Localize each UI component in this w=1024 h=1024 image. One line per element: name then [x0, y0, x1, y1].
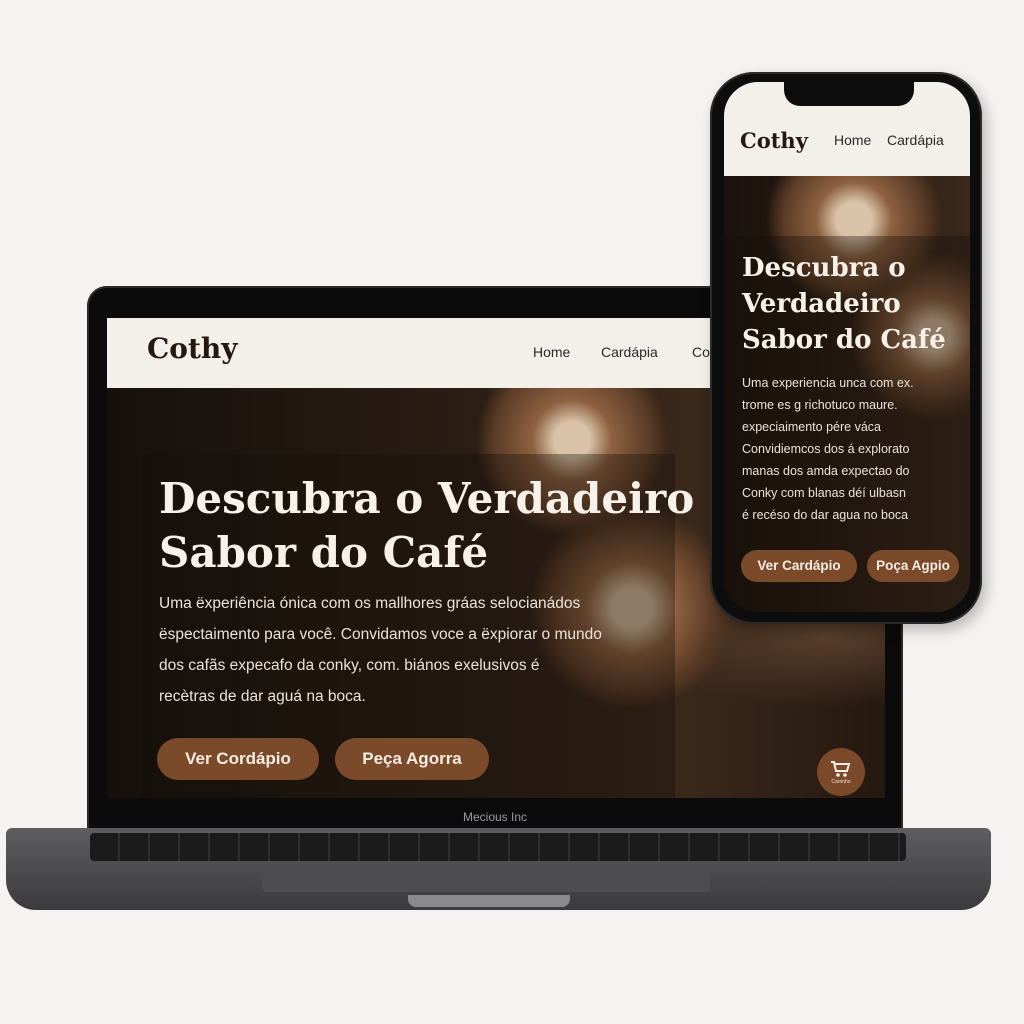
phone-hero-description: Uma experiencia unca com ex. trome es g … [742, 372, 964, 526]
phone-hero-desc-line: Convidiemcos dos á explorato [742, 442, 910, 456]
phone-hero-desc-line: manas dos amda expectao do [742, 464, 910, 478]
laptop-hinge-notch [408, 895, 570, 907]
nav-cardapio[interactable]: Cardápia [601, 344, 658, 360]
phone-hero-desc-line: expeciaimento pére váca [742, 420, 881, 434]
phone-hero-section: Descubra o Verdadeiro Sabor do Café Uma … [724, 176, 970, 612]
phone-nav-home[interactable]: Home [834, 132, 871, 148]
ver-cardapio-button[interactable]: Ver Cordápio [157, 738, 319, 780]
hero-title-line: Sabor do Café [159, 528, 489, 577]
phone-hero-title-line: Sabor do Café [742, 325, 946, 355]
laptop-brand-label: Mecious Inc [462, 810, 528, 824]
nav-contato[interactable]: Co [692, 344, 710, 360]
phone-screen: Cothy Home Cardápia Descubra o Verdadeir… [724, 82, 970, 612]
phone-peca-agora-button[interactable]: Poça Agpio [867, 550, 959, 582]
phone-hero-desc-line: Conky com blanas déí ulbasn [742, 486, 906, 500]
cart-button[interactable]: Carrinho [817, 748, 865, 796]
site-logo[interactable]: Cothy [147, 332, 238, 365]
hero-desc-line: ëspectaimento para você. Convidamos voce… [159, 626, 602, 643]
hero-description: Uma ëxperiência ónica com os mallhores g… [159, 588, 679, 712]
nav-home[interactable]: Home [533, 344, 570, 360]
phone-site-logo[interactable]: Cothy [740, 128, 808, 153]
phone-hero-desc-line: é recéso do dar agua no boca [742, 508, 909, 522]
phone-ver-cardapio-button[interactable]: Ver Cardápio [741, 550, 857, 582]
peca-agora-button[interactable]: Peça Agorra [335, 738, 489, 780]
hero-title-line: Descubra o Verdadeiro [159, 474, 695, 523]
cart-label: Carrinho [831, 779, 851, 785]
phone-hero-title: Descubra o Verdadeiro Sabor do Café [742, 250, 964, 358]
laptop-trackpad [262, 866, 710, 892]
hero-desc-line: dos cafãs expecafo da conky, com. biános… [159, 657, 540, 674]
phone-nav-cardapio[interactable]: Cardápia [887, 132, 944, 148]
phone-hero-title-line: Descubra o [742, 253, 906, 283]
hero-title: Descubra o Verdadeiro Sabor do Café [159, 472, 719, 580]
cart-icon [831, 761, 851, 777]
hero-desc-line: Uma ëxperiência ónica com os mallhores g… [159, 595, 581, 612]
laptop-keyboard [90, 833, 906, 861]
phone-hero-desc-line: trome es g richotuco maure. [742, 398, 898, 412]
phone-notch [784, 82, 914, 106]
phone-hero-title-line: Verdadeiro [742, 289, 901, 319]
hero-desc-line: recètras de dar aguá na boca. [159, 688, 366, 705]
phone-hero-desc-line: Uma experiencia unca com ex. [742, 376, 914, 390]
